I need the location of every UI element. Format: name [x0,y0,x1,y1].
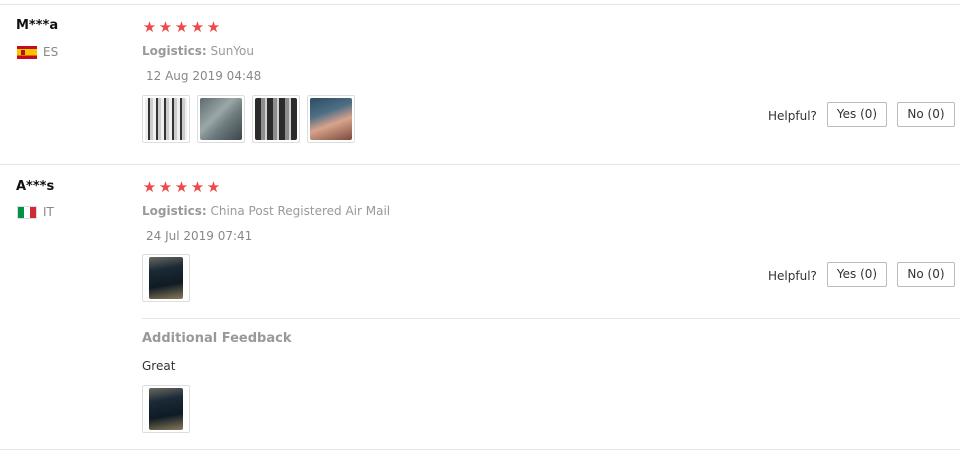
review-photo-thumbnail[interactable] [142,254,190,302]
review-date: 24 Jul 2019 07:41 [146,229,253,243]
star-rating: ★ ★ ★ ★ ★ [142,20,221,35]
review-photo-thumbnail[interactable] [307,95,355,143]
additional-feedback-text: Great [142,359,176,373]
feedback-photo-thumbnail[interactable] [142,385,190,433]
divider [0,164,960,165]
additional-feedback-title: Additional Feedback [142,331,292,346]
helpful-label: Helpful? [768,269,817,283]
italy-flag-icon [17,205,37,219]
helpful-yes-button[interactable]: Yes (0) [827,102,887,127]
logistics-label: Logistics: [142,204,207,218]
helpful-label: Helpful? [768,109,817,123]
star-icon: ★ [206,178,221,196]
helpful-no-button[interactable]: No (0) [897,262,955,287]
reviewer-name: M***a [16,18,59,33]
star-icon: ★ [174,178,189,196]
country-code: ES [43,45,59,59]
star-icon: ★ [142,18,157,36]
divider [0,449,960,450]
helpful-yes-button[interactable]: Yes (0) [827,262,887,287]
review-photo-thumbnail[interactable] [142,95,190,143]
reviewer-country: ES [17,45,58,59]
star-icon: ★ [190,178,205,196]
star-icon: ★ [206,18,221,36]
star-icon: ★ [158,178,173,196]
reviewer-name: A***s [16,179,55,194]
star-icon: ★ [174,18,189,36]
logistics-value: SunYou [210,44,254,58]
spain-flag-icon [17,45,37,59]
logistics-value: China Post Registered Air Mail [210,204,391,218]
star-icon: ★ [142,178,157,196]
divider [0,4,960,5]
country-code: IT [43,205,54,219]
star-icon: ★ [158,18,173,36]
review-date: 12 Aug 2019 04:48 [146,69,262,83]
review-photo-thumbnail[interactable] [252,95,300,143]
helpful-no-button[interactable]: No (0) [897,102,955,127]
logistics-info: Logistics: SunYou [142,44,254,58]
star-icon: ★ [190,18,205,36]
additional-feedback-divider [142,318,960,319]
star-rating: ★ ★ ★ ★ ★ [142,180,221,195]
logistics-info: Logistics: China Post Registered Air Mai… [142,204,390,218]
logistics-label: Logistics: [142,44,207,58]
reviewer-country: IT [17,205,54,219]
review-photo-thumbnail[interactable] [197,95,245,143]
